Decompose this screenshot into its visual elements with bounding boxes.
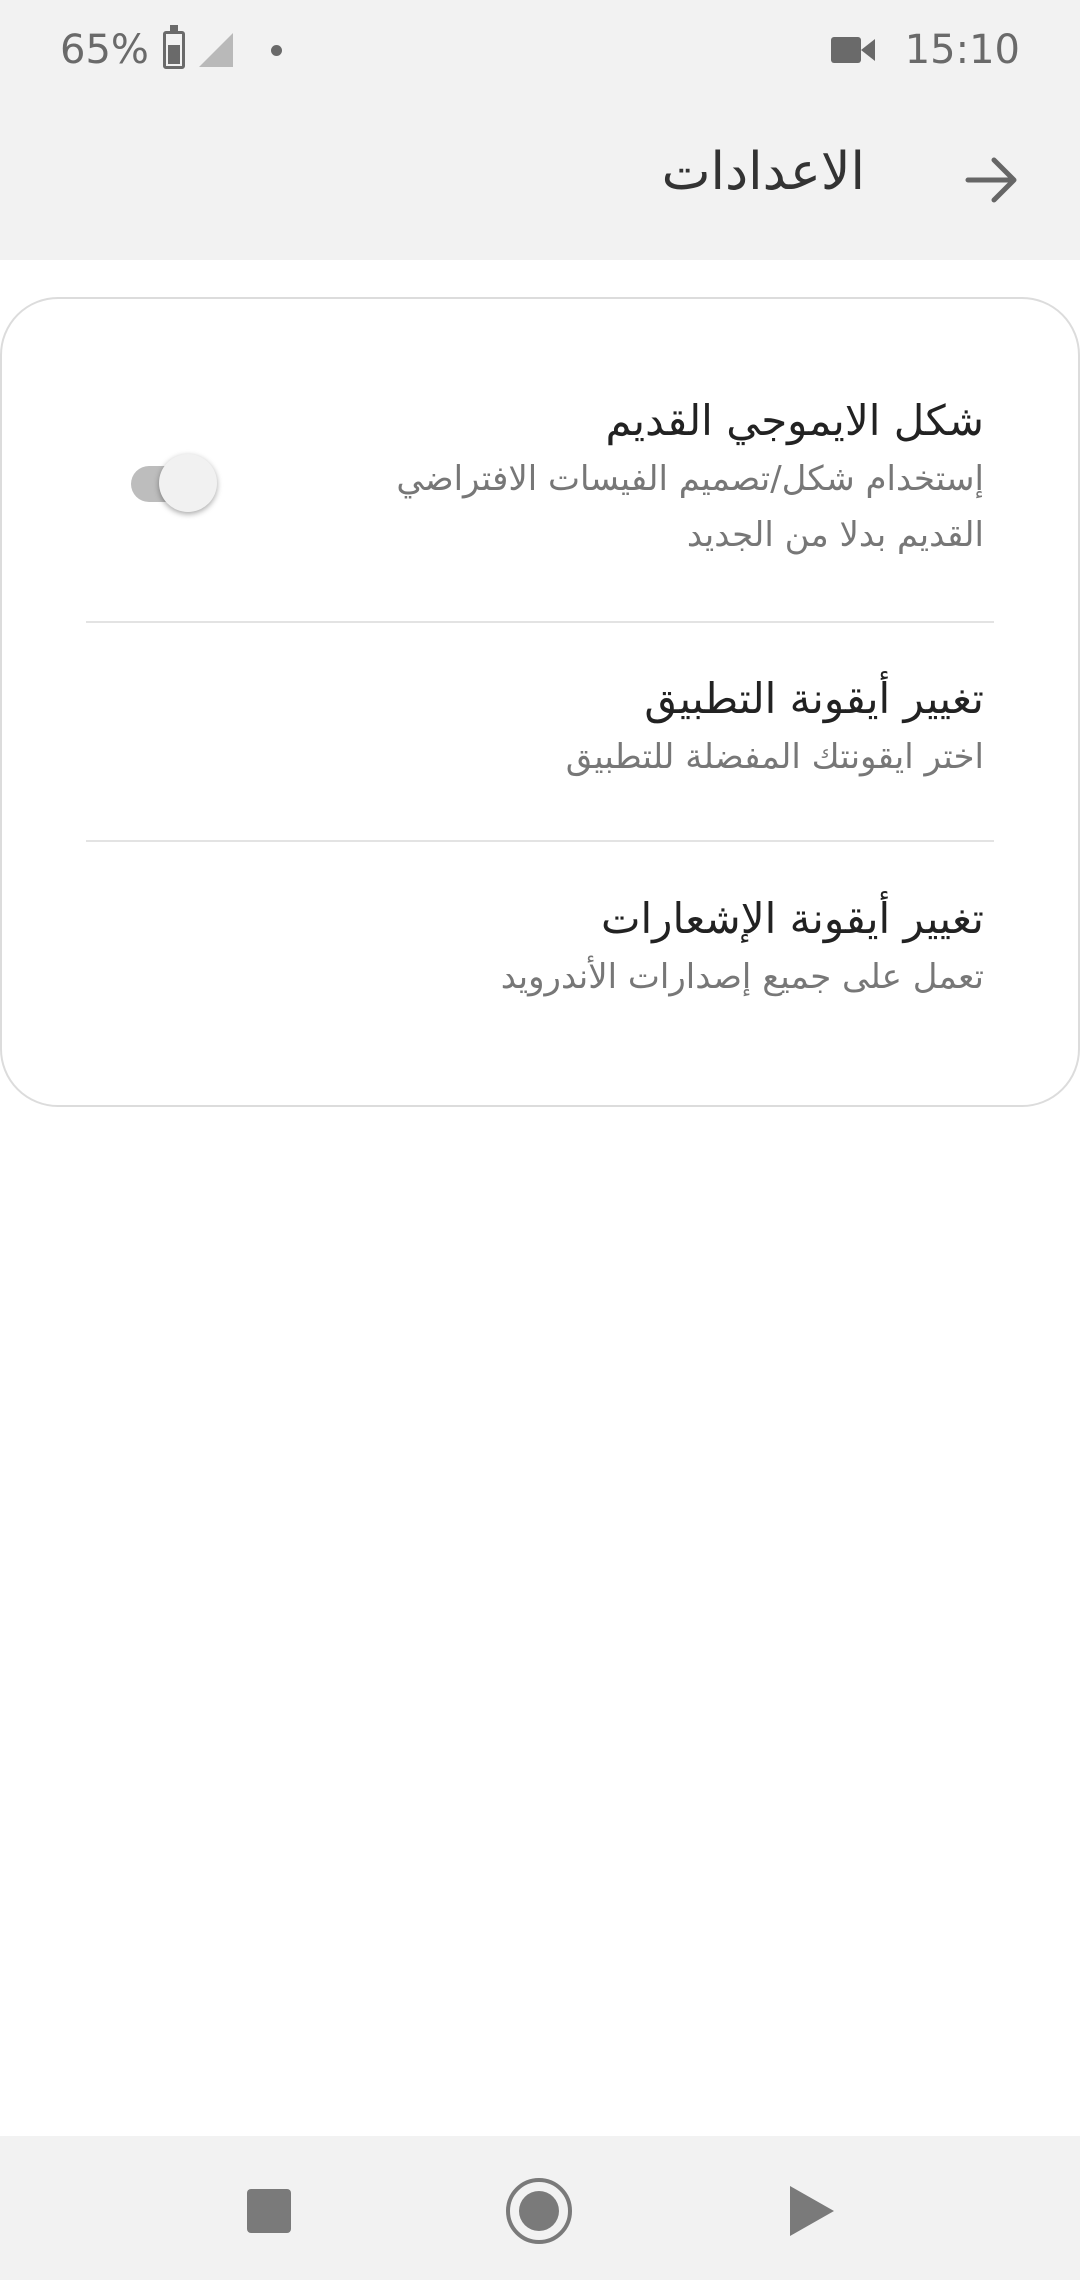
status-right: 15:10 bbox=[830, 27, 1020, 73]
battery-percent: 65% bbox=[60, 27, 149, 73]
video-camera-icon bbox=[830, 35, 875, 65]
old-emoji-toggle[interactable] bbox=[129, 454, 229, 514]
settings-card: شكل الايموجي القديم إستخدام شكل/تصميم ال… bbox=[0, 297, 1080, 1107]
setting-subtitle: القديم بدلا من الجديد bbox=[686, 515, 984, 555]
setting-title: تغيير أيقونة الإشعارات bbox=[600, 894, 984, 943]
status-left: 65% bbox=[60, 25, 282, 73]
divider bbox=[86, 840, 994, 842]
toggle-thumb bbox=[159, 454, 217, 512]
divider bbox=[86, 621, 994, 623]
recent-apps-button[interactable] bbox=[234, 2176, 304, 2246]
setting-title: تغيير أيقونة التطبيق bbox=[644, 674, 984, 723]
home-button[interactable] bbox=[504, 2176, 574, 2246]
page-title: الاعدادات bbox=[661, 142, 865, 202]
app-bar: الاعدادات bbox=[0, 100, 1080, 260]
notification-dot-icon bbox=[270, 44, 282, 56]
battery-icon bbox=[162, 25, 185, 69]
setting-change-app-icon[interactable]: تغيير أيقونة التطبيق اختر ايقونتك المفضل… bbox=[86, 669, 984, 785]
setting-subtitle: اختر ايقونتك المفضلة للتطبيق bbox=[565, 737, 984, 777]
triangle-icon bbox=[790, 2186, 834, 2236]
square-icon bbox=[247, 2189, 291, 2233]
back-button[interactable] bbox=[960, 148, 1024, 212]
navigation-bar bbox=[0, 2136, 1080, 2280]
setting-subtitle: تعمل على جميع إصدارات الأندرويد bbox=[500, 957, 984, 997]
nav-back-button[interactable] bbox=[776, 2176, 846, 2246]
clock: 15:10 bbox=[904, 27, 1020, 73]
setting-change-notification-icon[interactable]: تغيير أيقونة الإشعارات تعمل على جميع إصد… bbox=[86, 889, 984, 1005]
arrow-right-icon bbox=[965, 157, 1017, 203]
status-bar: 65% 15:10 bbox=[0, 0, 1080, 100]
setting-title: شكل الايموجي القديم bbox=[605, 396, 984, 445]
signal-icon bbox=[198, 33, 233, 67]
circle-core bbox=[519, 2191, 559, 2231]
